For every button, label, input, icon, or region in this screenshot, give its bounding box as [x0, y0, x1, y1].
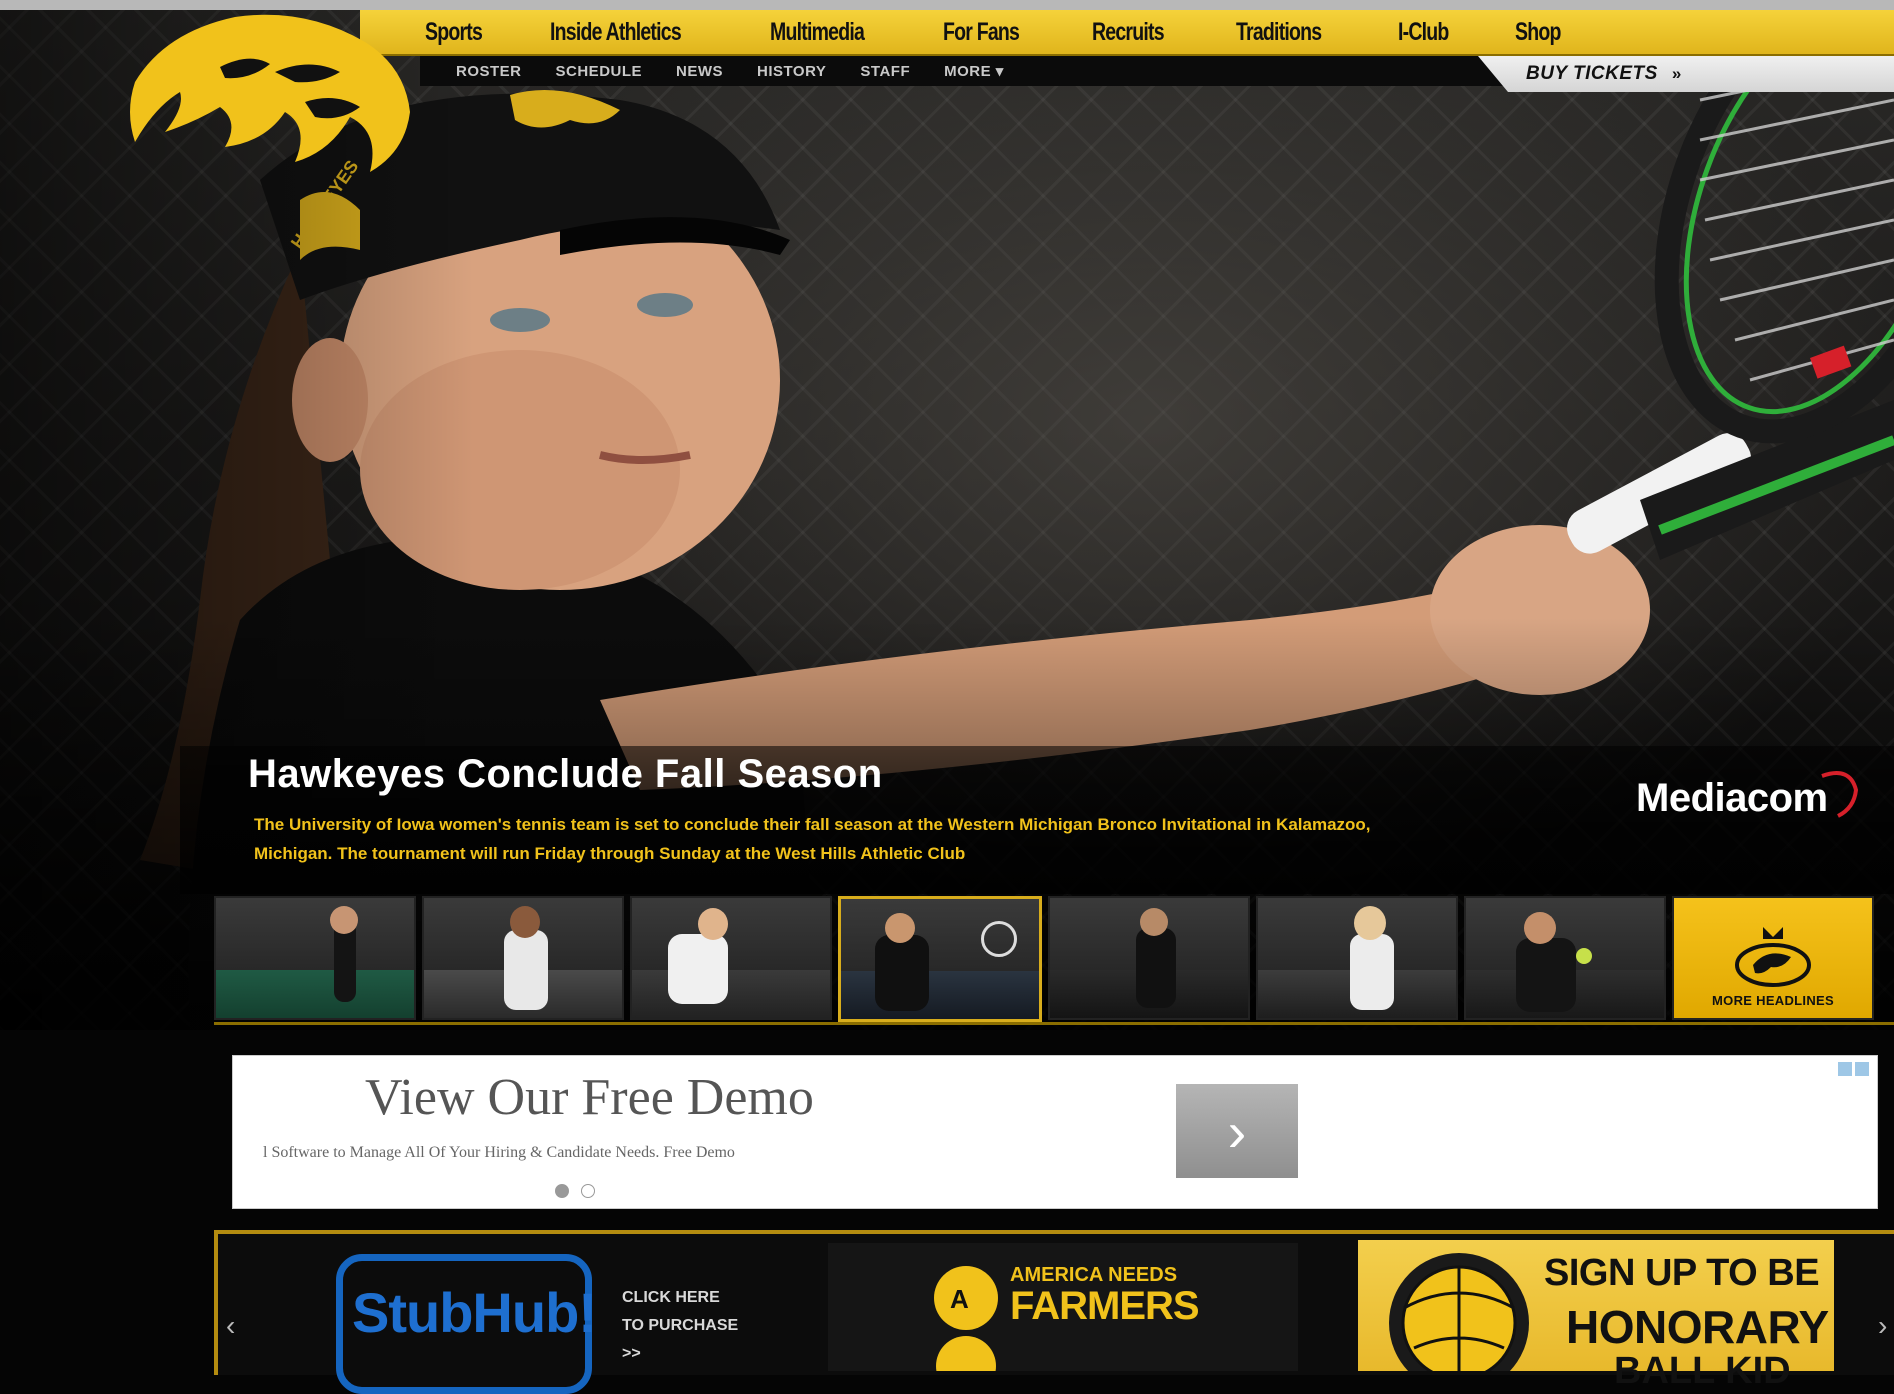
- ad-pagination-dot[interactable]: [555, 1184, 569, 1198]
- anf-logo-icon: A: [934, 1266, 998, 1371]
- primary-nav: Sports Inside Athletics Multimedia For F…: [360, 10, 1894, 56]
- ad-next-button[interactable]: ›: [1176, 1084, 1298, 1178]
- nav-item-recruits[interactable]: Recruits: [1092, 18, 1165, 47]
- nav-item-multimedia[interactable]: Multimedia: [770, 18, 865, 47]
- tigerhawk-logo[interactable]: [125, 12, 415, 182]
- headline-thumbnail[interactable]: [630, 896, 832, 1020]
- tigerhawk-icon: [1735, 927, 1811, 987]
- ad-description: l Software to Manage All Of Your Hiring …: [263, 1144, 735, 1161]
- headline-thumbnail-active[interactable]: [838, 896, 1042, 1022]
- nav-item-for-fans[interactable]: For Fans: [943, 18, 1020, 47]
- subnav-more-dropdown[interactable]: MORE ▾: [944, 62, 1004, 80]
- headline-thumbnail[interactable]: [1256, 896, 1458, 1020]
- browser-top-strip: [0, 0, 1894, 10]
- nav-item-shop[interactable]: Shop: [1515, 18, 1561, 47]
- nav-item-i-club[interactable]: I-Club: [1398, 18, 1449, 47]
- stubhub-logo-text: StubHub!: [352, 1281, 597, 1344]
- nav-item-traditions[interactable]: Traditions: [1236, 18, 1322, 47]
- stubhub-purchase-link[interactable]: CLICK HERE TO PURCHASE >>: [622, 1284, 742, 1368]
- nav-item-sports[interactable]: Sports: [425, 18, 483, 47]
- more-headlines-button[interactable]: MORE HEADLINES: [1672, 896, 1874, 1020]
- basketball-ball-kid-icon: [1389, 1253, 1529, 1371]
- ball-kid-line3: BALL KID: [1614, 1350, 1791, 1392]
- adchoices-icon[interactable]: [1838, 1062, 1869, 1076]
- hero-headline[interactable]: Hawkeyes Conclude Fall Season: [248, 752, 883, 797]
- subnav-roster[interactable]: ROSTER: [456, 63, 522, 80]
- subnav-schedule[interactable]: SCHEDULE: [556, 63, 643, 80]
- headline-thumbnail[interactable]: [422, 896, 624, 1020]
- hero-summary: The University of Iowa women's tennis te…: [254, 815, 1371, 863]
- advertisement-banner[interactable]: View Our Free Demo l Software to Manage …: [232, 1055, 1878, 1209]
- buy-tickets-button[interactable]: BUY TICKETS »: [1478, 56, 1894, 92]
- ball-kid-line2: HONORARY: [1566, 1301, 1829, 1353]
- headline-thumbnail[interactable]: [1464, 896, 1666, 1020]
- ad-pagination-dot[interactable]: [581, 1184, 595, 1198]
- subnav-history[interactable]: HISTORY: [757, 63, 826, 80]
- ball-kid-line1: SIGN UP TO BE: [1544, 1252, 1820, 1294]
- headline-thumbnail[interactable]: [1048, 896, 1250, 1020]
- headline-thumbnail[interactable]: [214, 896, 416, 1020]
- carousel-prev-arrow[interactable]: ‹: [226, 1310, 235, 1342]
- ad-title[interactable]: View Our Free Demo: [365, 1068, 814, 1127]
- subnav-staff[interactable]: STAFF: [860, 63, 910, 80]
- farmers-ad-line2: FARMERS: [1010, 1284, 1200, 1328]
- ad-pagination: [555, 1184, 595, 1198]
- mediacom-swoosh-icon: [1821, 771, 1859, 818]
- subnav-news[interactable]: NEWS: [676, 63, 723, 80]
- carousel-next-arrow[interactable]: ›: [1878, 1310, 1887, 1342]
- mediacom-sponsor-logo[interactable]: Mediacom: [1636, 776, 1828, 821]
- double-chevron-right-icon: »: [1671, 64, 1682, 83]
- svg-text:A: A: [950, 1284, 969, 1314]
- more-headlines-label: MORE HEADLINES: [1712, 993, 1834, 1008]
- headline-thumbnail-strip: MORE HEADLINES: [214, 896, 1894, 1025]
- nav-item-inside-athletics[interactable]: Inside Athletics: [550, 18, 682, 47]
- buy-tickets-label: BUY TICKETS: [1526, 63, 1658, 84]
